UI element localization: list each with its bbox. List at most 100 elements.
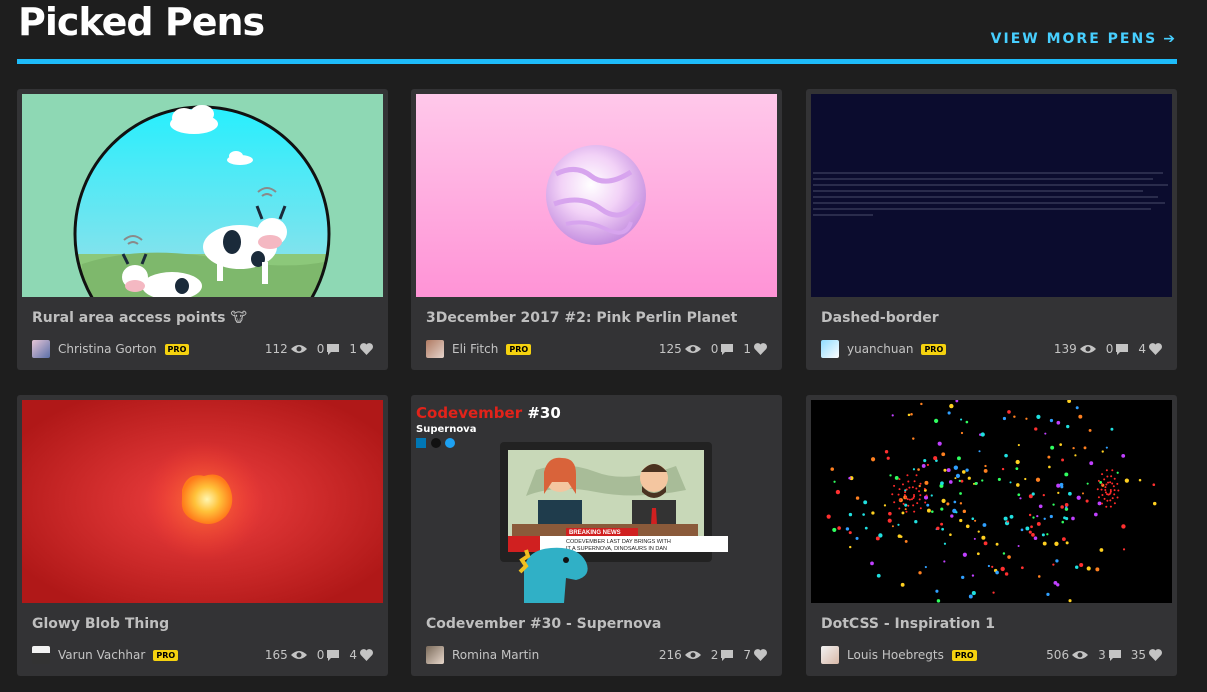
comments-count: 0 xyxy=(316,342,325,356)
views-count: 139 xyxy=(1053,342,1077,356)
pen-card: DotCSS - Inspiration 1 Louis Hoebregts P… xyxy=(806,395,1177,676)
comments-stat[interactable]: 2 xyxy=(711,648,734,662)
pen-title[interactable]: Dashed-border xyxy=(821,310,1167,326)
views-stat[interactable]: 125 xyxy=(659,342,701,356)
comment-icon xyxy=(1116,343,1129,355)
views-stat[interactable]: 165 xyxy=(265,648,307,662)
loves-stat[interactable]: 4 xyxy=(1138,342,1162,356)
views-stat[interactable]: 216 xyxy=(659,648,701,662)
views-stat[interactable]: 139 xyxy=(1054,342,1096,356)
loves-stat[interactable]: 35 xyxy=(1131,648,1162,662)
eye-icon xyxy=(290,651,307,659)
pen-thumbnail[interactable] xyxy=(811,400,1172,603)
author-name[interactable]: Louis Hoebregts xyxy=(847,648,944,662)
loves-stat[interactable]: 4 xyxy=(349,648,373,662)
pen-title[interactable]: Codevember #30 - Supernova xyxy=(426,616,772,632)
pen-card: Codevember #30 Supernova BREAKING NEWS C… xyxy=(411,395,782,676)
avatar[interactable] xyxy=(821,646,839,664)
pen-thumbnail[interactable] xyxy=(416,94,777,297)
newsroom-illustration: BREAKING NEWS CODEVEMBER LAST DAY BRINGS… xyxy=(500,442,728,603)
pen-card: Dashed-border yuanchuan PRO 139 0 4 xyxy=(806,89,1177,370)
views-count: 125 xyxy=(658,342,682,356)
pen-stats: 165 0 4 xyxy=(255,648,373,662)
pro-badge[interactable]: PRO xyxy=(164,343,190,355)
eye-icon xyxy=(1072,651,1089,659)
comments-stat[interactable]: 0 xyxy=(711,342,734,356)
comments-stat[interactable]: 0 xyxy=(1106,342,1129,356)
pro-badge[interactable]: PRO xyxy=(506,343,532,355)
avatar[interactable] xyxy=(821,340,839,358)
pen-card: 3December 2017 #2: Pink Perlin Planet El… xyxy=(411,89,782,370)
pen-stats: 125 0 1 xyxy=(649,342,767,356)
view-more-pens-link[interactable]: VIEW MORE PENS ➔ xyxy=(991,31,1177,47)
arrow-right-icon: ➔ xyxy=(1163,31,1177,47)
views-count: 506 xyxy=(1046,648,1070,662)
avatar[interactable] xyxy=(426,646,444,664)
comments-stat[interactable]: 0 xyxy=(317,648,340,662)
comments-stat[interactable]: 3 xyxy=(1098,648,1121,662)
section-title: Picked Pens xyxy=(18,0,265,44)
eye-icon xyxy=(684,651,701,659)
loves-stat[interactable]: 1 xyxy=(743,342,767,356)
comments-count: 0 xyxy=(710,342,719,356)
views-count: 216 xyxy=(658,648,682,662)
pen-stats: 506 3 35 xyxy=(1036,648,1162,662)
comment-icon xyxy=(721,649,734,661)
comments-count: 2 xyxy=(710,648,719,662)
comments-count: 0 xyxy=(1105,342,1114,356)
author-name[interactable]: Eli Fitch xyxy=(452,342,498,356)
author-name[interactable]: Varun Vachhar xyxy=(58,648,145,662)
heart-icon xyxy=(1149,649,1162,661)
author-name[interactable]: Romina Martin xyxy=(452,648,539,662)
views-count: 112 xyxy=(264,342,288,356)
author-name[interactable]: Christina Gorton xyxy=(58,342,157,356)
pen-stats: 139 0 4 xyxy=(1044,342,1162,356)
pen-title[interactable]: 3December 2017 #2: Pink Perlin Planet xyxy=(426,310,772,326)
heart-icon xyxy=(754,343,767,355)
pen-thumbnail[interactable] xyxy=(22,400,383,603)
loves-count: 7 xyxy=(743,648,751,662)
comment-icon xyxy=(1108,649,1121,661)
avatar[interactable] xyxy=(426,340,444,358)
ticker-line-1: CODEVEMBER LAST DAY BRINGS WITH xyxy=(566,539,671,545)
pen-title[interactable]: Glowy Blob Thing xyxy=(32,616,378,632)
comment-icon xyxy=(721,343,734,355)
pro-badge[interactable]: PRO xyxy=(153,649,179,661)
title-underline xyxy=(17,59,1177,64)
pro-badge[interactable]: PRO xyxy=(951,649,977,661)
avatar[interactable] xyxy=(32,646,50,664)
pen-meta: Eli Fitch PRO 125 0 1 xyxy=(426,339,767,359)
pen-title[interactable]: Rural area access points 🐮 xyxy=(32,310,378,326)
pen-meta: yuanchuan PRO 139 0 4 xyxy=(821,339,1162,359)
views-stat[interactable]: 506 xyxy=(1046,648,1089,662)
eye-icon xyxy=(1079,345,1096,353)
pen-stats: 216 2 7 xyxy=(649,648,767,662)
pen-meta: Christina Gorton PRO 112 0 1 xyxy=(32,339,373,359)
pen-thumbnail[interactable] xyxy=(22,94,383,297)
eye-icon xyxy=(684,345,701,353)
loves-stat[interactable]: 1 xyxy=(349,342,373,356)
loves-stat[interactable]: 7 xyxy=(743,648,767,662)
eye-icon xyxy=(290,345,307,353)
comment-icon xyxy=(327,343,340,355)
views-stat[interactable]: 112 xyxy=(265,342,307,356)
pen-thumbnail[interactable]: Codevember #30 Supernova BREAKING NEWS C… xyxy=(416,400,777,603)
loves-count: 4 xyxy=(349,648,357,662)
pen-meta: Louis Hoebregts PRO 506 3 35 xyxy=(821,645,1162,665)
dots-illustration xyxy=(811,400,1172,603)
loves-count: 1 xyxy=(349,342,357,356)
breaking-news-label: BREAKING NEWS xyxy=(569,530,621,536)
avatar[interactable] xyxy=(32,340,50,358)
comments-count: 3 xyxy=(1098,648,1106,662)
comments-count: 0 xyxy=(316,648,325,662)
pen-meta: Romina Martin 216 2 7 xyxy=(426,645,767,665)
heart-icon xyxy=(1149,343,1162,355)
author-name[interactable]: yuanchuan xyxy=(847,342,913,356)
comment-icon xyxy=(327,649,340,661)
pen-thumbnail[interactable] xyxy=(811,94,1172,297)
pro-badge[interactable]: PRO xyxy=(921,343,947,355)
heart-icon xyxy=(754,649,767,661)
heart-icon xyxy=(360,649,373,661)
pen-title[interactable]: DotCSS - Inspiration 1 xyxy=(821,616,1167,632)
comments-stat[interactable]: 0 xyxy=(317,342,340,356)
